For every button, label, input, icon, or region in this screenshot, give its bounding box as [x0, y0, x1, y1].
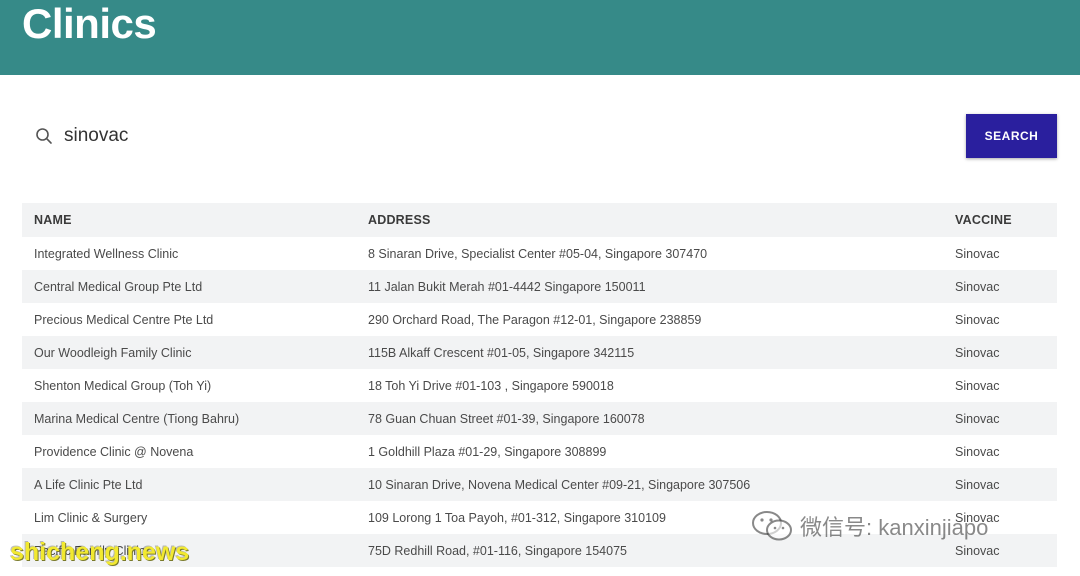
clinic-name: A Life Clinic Pte Ltd	[34, 477, 143, 492]
clinic-address: 11 Jalan Bukit Merah #01-4442 Singapore …	[368, 279, 646, 294]
site-watermark: shicheng.news	[10, 538, 190, 566]
clinic-vaccine: Sinovac	[955, 345, 1000, 360]
clinic-address: 290 Orchard Road, The Paragon #12-01, Si…	[368, 312, 702, 327]
page-title: Clinics	[22, 0, 157, 47]
search-button[interactable]: SEARCH	[966, 114, 1057, 158]
clinic-address: 1 Goldhill Plaza #01-29, Singapore 30889…	[368, 444, 607, 459]
clinic-name: Central Medical Group Pte Ltd	[34, 279, 203, 294]
clinic-name: Precious Medical Centre Pte Ltd	[34, 312, 214, 327]
clinic-vaccine: Sinovac	[955, 279, 1000, 294]
clinic-address: 78 Guan Chuan Street #01-39, Singapore 1…	[368, 411, 645, 426]
table-row[interactable]: Marina Medical Centre (Tiong Bahru) 78 G…	[22, 402, 1057, 435]
clinic-address: 115B Alkaff Crescent #01-05, Singapore 3…	[368, 345, 635, 360]
table-row[interactable]: Our Woodleigh Family Clinic 115B Alkaff …	[22, 336, 1057, 369]
clinic-name: Lim Clinic & Surgery	[34, 510, 148, 525]
search-input[interactable]	[64, 121, 924, 151]
clinic-address: 10 Sinaran Drive, Novena Medical Center …	[368, 477, 751, 492]
clinic-vaccine: Sinovac	[955, 246, 1000, 261]
table-row[interactable]: Providence Clinic @ Novena 1 Goldhill Pl…	[22, 435, 1057, 468]
clinic-name: Our Woodleigh Family Clinic	[34, 345, 192, 360]
wechat-watermark: 微信号: kanxinjiapo	[750, 508, 988, 544]
wechat-watermark-text: 微信号: kanxinjiapo	[800, 515, 989, 540]
clinic-name: Integrated Wellness Clinic	[34, 246, 179, 261]
clinic-address: 18 Toh Yi Drive #01-103 , Singapore 5900…	[368, 378, 614, 393]
table-row[interactable]: Central Medical Group Pte Ltd 11 Jalan B…	[22, 270, 1057, 303]
table-row[interactable]: A Life Clinic Pte Ltd 10 Sinaran Drive, …	[22, 468, 1057, 501]
table-row[interactable]: Shenton Medical Group (Toh Yi) 18 Toh Yi…	[22, 369, 1057, 402]
clinic-name: Marina Medical Centre (Tiong Bahru)	[34, 411, 240, 426]
search-bar: SEARCH	[0, 75, 1080, 200]
column-header-vaccine[interactable]: VACCINE	[943, 203, 1057, 237]
clinic-vaccine: Sinovac	[955, 312, 1000, 327]
column-header-address[interactable]: ADDRESS	[356, 203, 943, 237]
clinic-address: 8 Sinaran Drive, Specialist Center #05-0…	[368, 246, 708, 261]
table-row[interactable]: Precious Medical Centre Pte Ltd 290 Orch…	[22, 303, 1057, 336]
clinic-vaccine: Sinovac	[955, 477, 1000, 492]
clinic-name: Shenton Medical Group (Toh Yi)	[34, 378, 212, 393]
column-header-name[interactable]: NAME	[22, 203, 356, 237]
table-row[interactable]: Integrated Wellness Clinic 8 Sinaran Dri…	[22, 237, 1057, 270]
page-header: Clinics	[0, 0, 1080, 75]
clinic-name: Providence Clinic @ Novena	[34, 444, 194, 459]
wechat-icon	[752, 511, 792, 541]
clinic-vaccine: Sinovac	[955, 444, 1000, 459]
clinic-vaccine: Sinovac	[955, 411, 1000, 426]
search-icon	[36, 128, 52, 144]
table-header-row: NAME ADDRESS VACCINE	[22, 203, 1057, 237]
clinic-vaccine: Sinovac	[955, 378, 1000, 393]
